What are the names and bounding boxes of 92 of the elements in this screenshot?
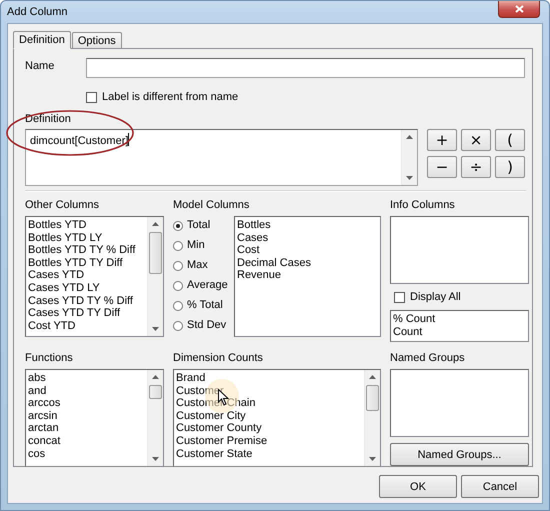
scroll-down-icon[interactable] xyxy=(152,457,159,461)
list-item[interactable]: concat xyxy=(28,434,145,448)
dialog-button[interactable]: OK xyxy=(379,475,457,498)
scroll-up-icon[interactable] xyxy=(152,375,159,379)
scrollbar[interactable] xyxy=(401,130,417,185)
list-item[interactable]: Customer State xyxy=(176,448,362,460)
window-title: Add Column xyxy=(7,5,68,18)
list-box[interactable] xyxy=(390,369,529,437)
scroll-up-icon[interactable] xyxy=(152,222,159,226)
list-item[interactable]: Bottles xyxy=(237,219,378,232)
section-label: Functions xyxy=(25,351,74,365)
list-item[interactable]: Brand xyxy=(176,372,362,385)
radio-option[interactable]: Total xyxy=(173,219,226,232)
operator-button[interactable]: ÷ xyxy=(461,156,491,178)
operator-button[interactable]: × xyxy=(461,129,491,151)
radio-option[interactable]: Max xyxy=(173,259,226,272)
list-box[interactable]: Brand Customer Customer Chain Customer City Customer County Customer Premise Customer State xyxy=(173,369,381,467)
scrollbar[interactable] xyxy=(147,217,163,336)
list-item[interactable]: arctan xyxy=(28,422,145,435)
list-item[interactable]: Bottles YTD TY % Diff xyxy=(28,244,145,257)
list-item[interactable]: cos xyxy=(28,448,145,460)
operator-button[interactable]: + xyxy=(427,129,457,151)
list-item[interactable]: Revenue xyxy=(237,269,378,282)
close-button[interactable] xyxy=(498,1,540,18)
list-item[interactable]: % Count xyxy=(393,313,526,326)
list-item[interactable]: Cost YTD xyxy=(28,320,145,332)
scrollbar[interactable] xyxy=(364,370,380,466)
list-item[interactable]: Cases YTD xyxy=(28,269,145,282)
scroll-down-icon[interactable] xyxy=(406,176,413,180)
scroll-down-icon[interactable] xyxy=(369,457,376,461)
dialog-button[interactable]: Cancel xyxy=(461,475,539,498)
list-box[interactable]: abs and arccos arcsin arctan concat cos xyxy=(25,369,164,467)
radio-option[interactable]: Average xyxy=(173,279,226,292)
tab[interactable]: Definition xyxy=(13,31,71,49)
radio-button[interactable] xyxy=(173,280,183,290)
list-item[interactable]: Bottles YTD LY xyxy=(28,232,145,244)
radio-button[interactable] xyxy=(173,220,183,230)
list-item[interactable]: Customer Chain xyxy=(176,397,362,410)
radio-option[interactable]: Std Dev xyxy=(173,319,226,332)
list-item[interactable]: Count xyxy=(393,326,526,338)
checkbox-label: Label is different from name xyxy=(102,90,238,104)
list-item[interactable]: Customer Premise xyxy=(176,434,362,448)
radio-button[interactable] xyxy=(173,240,183,250)
section-label: Named Groups xyxy=(390,351,466,365)
radio-button[interactable] xyxy=(173,260,183,270)
checkbox-label: Display All xyxy=(410,290,461,304)
list-item[interactable]: Cases xyxy=(237,232,378,244)
checkbox[interactable] xyxy=(394,292,405,302)
close-icon xyxy=(514,5,524,13)
radio-option[interactable]: Min xyxy=(173,239,226,252)
scroll-up-icon[interactable] xyxy=(406,135,413,139)
operator-button[interactable]: ( xyxy=(495,129,525,151)
list-item[interactable]: Cases YTD TY Diff xyxy=(28,307,145,320)
checkbox[interactable] xyxy=(86,92,97,102)
tab[interactable]: Options xyxy=(72,32,122,48)
section-label: Model Columns xyxy=(173,198,250,212)
list-box[interactable]: Bottles YTD Bottles YTD LY Bottles YTD TY % Diff Bottles YTD TY Diff Cases YTD Cases YTD LY Cases YTD TY % Diff Cases YTD TY Diff Cost YTD xyxy=(25,216,164,337)
scroll-thumb[interactable] xyxy=(149,232,162,274)
scrollbar[interactable] xyxy=(147,370,163,466)
name-field[interactable] xyxy=(86,58,525,78)
list-item[interactable]: Customer xyxy=(176,384,362,398)
list-box[interactable]: % Count Count xyxy=(390,310,529,342)
list-item[interactable]: Customer County xyxy=(176,422,362,435)
scroll-up-icon[interactable] xyxy=(369,375,376,379)
field-label: Name xyxy=(25,59,56,73)
operator-button[interactable]: − xyxy=(427,156,457,178)
list-item[interactable]: Bottles YTD xyxy=(28,219,145,232)
scroll-thumb[interactable] xyxy=(149,385,162,399)
list-item[interactable]: Cost xyxy=(237,244,378,257)
list-item[interactable]: Cases YTD LY xyxy=(28,282,145,295)
radio-button[interactable] xyxy=(173,320,183,330)
section-label: Definition xyxy=(25,112,72,126)
named-groups-button[interactable]: Named Groups... xyxy=(390,443,529,466)
list-item[interactable]: Bottles YTD TY Diff xyxy=(28,256,145,270)
section-label: Dimension Counts xyxy=(173,351,264,365)
section-label: Other Columns xyxy=(25,198,100,212)
list-item[interactable]: Decimal Cases xyxy=(237,256,378,270)
definition-field[interactable]: dimcount[Customer] xyxy=(25,129,418,186)
scroll-down-icon[interactable] xyxy=(152,327,159,331)
section-label: Info Columns xyxy=(390,198,456,212)
list-item[interactable]: arcsin xyxy=(28,410,145,422)
list-box[interactable]: Bottles Cases Cost Decimal Cases Revenue xyxy=(234,216,381,337)
list-item[interactable]: and xyxy=(28,384,145,398)
list-item[interactable]: abs xyxy=(28,372,145,385)
radio-button[interactable] xyxy=(173,300,183,310)
list-item[interactable]: Customer City xyxy=(176,410,362,422)
list-box[interactable] xyxy=(390,216,529,284)
list-item[interactable]: Cases YTD TY % Diff xyxy=(28,294,145,308)
list-item[interactable]: arccos xyxy=(28,397,145,410)
radio-option[interactable]: % Total xyxy=(173,299,226,312)
operator-button[interactable]: ) xyxy=(495,156,525,178)
scroll-thumb[interactable] xyxy=(366,385,379,411)
